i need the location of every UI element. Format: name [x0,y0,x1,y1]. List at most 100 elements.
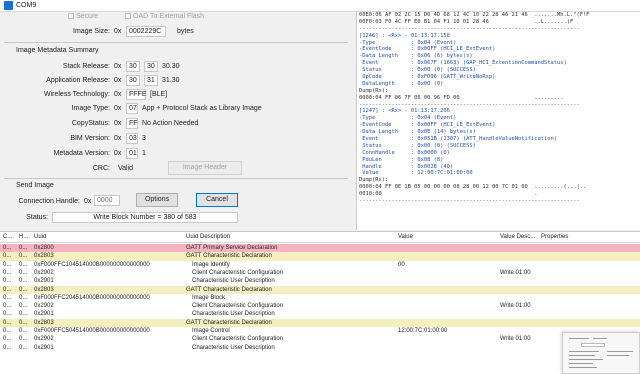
attribute-table: C... H... Uuid Uuid Description Value Va… [0,231,640,374]
table-row[interactable]: 0... 0... 0x2803 GATT Characteristic Declar… [0,285,640,294]
status-label: Status: [26,214,48,221]
metadata-version-label: Metadata Version: [53,150,110,157]
log-line: -Type : 0x04 (Event) [359,115,457,122]
cell-value: 00 [398,261,405,268]
table-row[interactable]: 0... 0... 0xF000FFC504514000B0000000000000… [0,327,640,335]
cell-uuid-description: Client Characteristic Configuration [192,336,284,343]
cell-uuid-description: Characteristic User Description [192,311,275,318]
col-header-uuid[interactable]: Uuid [34,234,46,240]
log-line: Value : 12:00:7C:01:00:00 [359,170,473,177]
log-line: -Type : 0x04 (Event) [359,39,457,46]
cell-uuid: 0x2803 [34,286,54,293]
cell-c: 0... [3,319,12,326]
cell-value-desc: Write 01:00 [500,269,531,276]
thumbnail-detail [607,355,629,356]
metadata-version-text: 1 [142,150,146,157]
image-size-prefix: 0x [114,28,122,35]
cell-c: 0... [3,311,12,318]
stack-release-field-b: 30 [144,61,158,72]
table-row[interactable]: 0... 0... 0x2902 Client Characteristic Conf… [0,335,640,343]
app-release-text: 31.30 [162,77,180,84]
cell-uuid-description: GATT Characteristic Declaration [186,253,272,260]
window-thumbnail[interactable] [562,332,640,374]
log-line: -EventCode : 0x00FF (HCI_LE_ExtEvent) [359,122,496,129]
cell-c: 0... [3,294,12,301]
cell-h: 0... [19,278,28,285]
metadata-summary-title: Image Metadata Summary [16,47,99,54]
cell-uuid: 0x2800 [34,245,54,251]
options-button[interactable]: Options [136,193,178,207]
log-line: [1247] : <Rx> - 01:13:17.206 [359,108,450,115]
table-row[interactable]: 0... 0... 0x2800 GATT Primary Service Decla… [0,244,640,253]
cell-uuid-description: Characteristic User Description [192,344,275,351]
cell-c: 0... [3,261,12,268]
stack-release-text: 30.30 [162,63,180,70]
table-row[interactable]: 0... 0... 0x2901 Characteristic User Descri… [0,344,640,352]
table-row[interactable]: 0... 0... 0x2902 Client Characteristic Conf… [0,302,640,310]
image-size-label: Image Size: [73,28,110,35]
cell-h: 0... [19,344,28,351]
secure-checkbox[interactable]: Secure [68,13,98,20]
secure-checkbox-label: Secure [76,13,99,20]
log-panel[interactable]: 00E0:06 AF 02 2C 15 D0 4D 68 12 4C 10 22… [356,12,640,230]
thumbnail-detail [607,351,633,352]
col-header-value-desc[interactable]: Value Desc... [500,234,535,240]
status-field: Write Block Number = 380 of 583 [52,212,238,223]
log-line: DataLength : 0x00 (0) [359,80,444,87]
log-line: [1246] : <Rx> - 01:13:17.158 [359,32,450,39]
image-header-button[interactable]: Image Header [168,161,242,175]
connection-handle-input[interactable] [94,195,120,206]
cell-uuid: 0xF000FFC504514000B000000000000000 [34,328,150,334]
table-row[interactable]: 0... 0... 0xF000FFC104514000B0000000000000… [0,261,640,269]
log-line: -Data Length : 0x06 (6) bytes(s) [359,53,473,60]
log-line: Status : 0x00 (0) (SUCCESS) [359,67,476,74]
image-size-field[interactable]: 0002229C [126,26,166,37]
cell-c: 0... [3,286,12,293]
thumbnail-detail [569,359,603,360]
cell-uuid: 0x2901 [34,278,54,285]
log-line: 0000:04 FF 0E 1B 05 00 00 00 08 28 00 12… [359,184,587,191]
col-header-c[interactable]: C... [3,234,12,240]
image-type-prefix: 0x [114,105,122,112]
cancel-button[interactable]: Cancel [196,193,238,207]
cell-value-desc: Write 01:00 [500,303,531,310]
cell-h: 0... [19,261,28,268]
app-release-label: Application Release: [46,77,110,84]
image-size-unit: bytes [177,28,194,35]
cell-uuid: 0x2901 [34,311,54,318]
cell-uuid: 0x2901 [34,344,54,351]
table-row[interactable]: 0... 0... 0x2803 GATT Characteristic Declar… [0,318,640,327]
cell-h: 0... [19,336,28,343]
cell-uuid-description: GATT Primary Service Declaration [186,245,278,251]
cell-value: 12:00:7C:01:00:00 [398,328,448,334]
separator [4,178,348,179]
log-line: 0000:04 FF 06 7F 06 00 96 FD 00 ........… [359,94,564,101]
col-header-value[interactable]: Value [398,234,413,240]
crc-label: CRC: [92,165,110,172]
table-row[interactable]: 0... 0... 0x2902 Client Characteristic Conf… [0,269,640,277]
table-row[interactable]: 0... 0... 0xF000FFC204514000B0000000000000… [0,294,640,302]
wireless-tech-field: FFFE [126,89,147,100]
table-row[interactable]: 0... 0... 0x2803 GATT Characteristic Declar… [0,252,640,261]
col-header-uuid-description[interactable]: Uuid Description [186,234,230,240]
cell-uuid-description: Image Block [192,294,226,301]
oad-external-flash-checkbox[interactable]: OAD To External Flash [125,13,204,20]
table-row[interactable]: 0... 0... 0x2901 Characteristic User Descri… [0,277,640,285]
cell-c: 0... [3,344,12,351]
cell-uuid: 0xF000FFC204514000B000000000000000 [34,294,150,301]
log-line: ----------------------------------------… [359,101,580,108]
log-line: PduLen : 0x08 (8) [359,156,444,163]
cell-h: 0... [19,253,28,260]
cell-h: 0... [19,319,28,326]
col-header-h[interactable]: H... [19,234,28,240]
wireless-tech-text: [BLE] [150,91,168,98]
thumbnail-detail [569,351,599,352]
col-header-properties[interactable]: Properties [541,234,568,240]
cell-c: 0... [3,269,12,276]
table-row[interactable]: 0... 0... 0x2901 Characteristic User Descri… [0,310,640,318]
stack-release-label: Stack Release: [62,63,110,70]
log-line: 00F0:03 F0 4C FF E0 B1 04 F1 10 01 28 46… [359,18,574,25]
cell-h: 0... [19,286,28,293]
table-header: C... H... Uuid Uuid Description Value Va… [0,232,640,243]
copy-status-field: FF [126,118,138,129]
